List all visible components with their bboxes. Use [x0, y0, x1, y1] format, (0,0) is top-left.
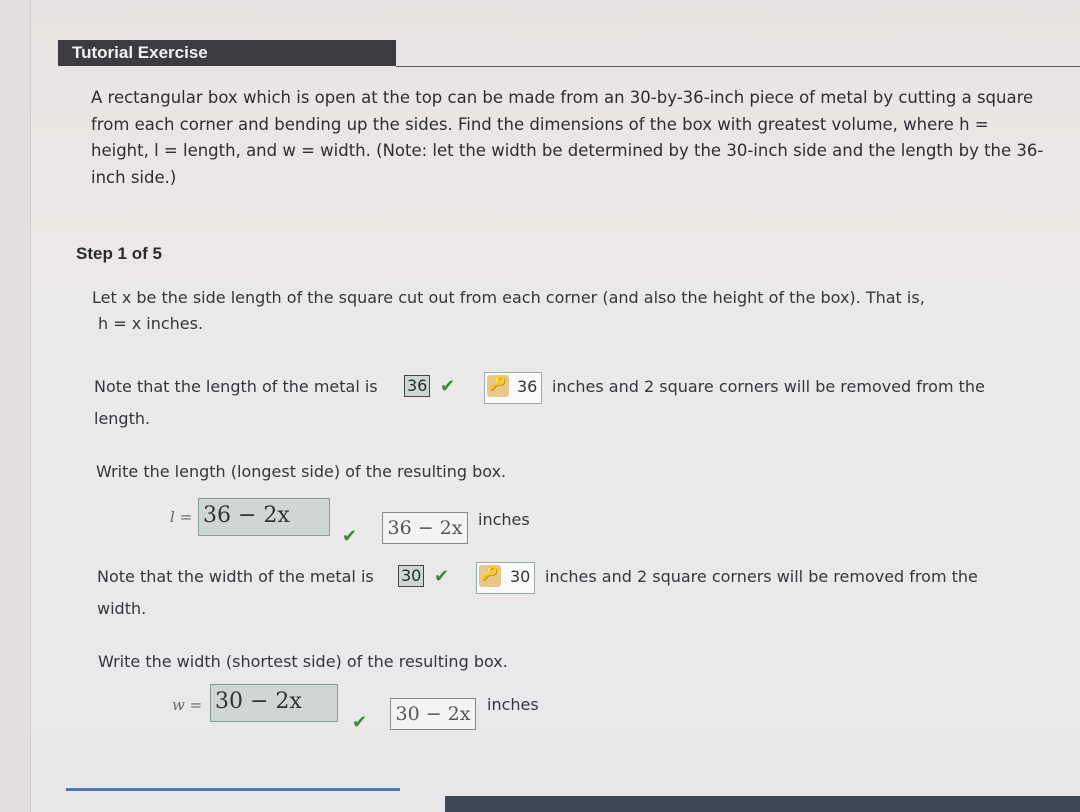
title-divider — [396, 66, 1080, 67]
checkmark-icon: ✔ — [440, 376, 456, 397]
width-prompt: Write the width (shortest side) of the r… — [98, 652, 508, 671]
width-answer-value: 30 — [510, 567, 531, 586]
length-answer-expression: 36 − 2x — [382, 512, 468, 544]
width-answer-expression: 30 − 2x — [390, 698, 476, 730]
width-note-prefix: Note that the width of the metal is — [97, 567, 374, 586]
checkmark-icon: ✔ — [342, 526, 358, 547]
length-label: l = — [170, 508, 193, 526]
length-note-prefix: Note that the length of the metal is — [94, 377, 378, 396]
taskbar — [445, 796, 1080, 812]
checkmark-icon: ✔ — [434, 566, 450, 587]
length-answer-box[interactable]: 36 — [484, 372, 542, 404]
length-note-cont: length. — [94, 409, 151, 428]
key-icon — [487, 375, 509, 397]
width-note-suffix: inches and 2 square corners will be remo… — [545, 567, 978, 586]
step-label: Step 1 of 5 — [76, 244, 162, 263]
width-input[interactable]: 30 − 2x — [210, 684, 338, 722]
step-intro-line1: Let x be the side length of the square c… — [92, 288, 925, 307]
width-note-cont: width. — [97, 599, 147, 618]
length-answer-value: 36 — [517, 377, 538, 396]
length-note-suffix: inches and 2 square corners will be remo… — [552, 377, 985, 396]
step-intro-line2: h = x inches. — [98, 314, 204, 333]
width-answer-box[interactable]: 30 — [476, 562, 535, 594]
width-label: w = — [172, 696, 203, 714]
checkmark-icon: ✔ — [352, 712, 368, 733]
length-unit: inches — [478, 510, 530, 529]
tutorial-title: Tutorial Exercise — [58, 40, 396, 66]
progress-line — [66, 788, 400, 791]
width-entered-field[interactable]: 30 — [398, 565, 425, 587]
page-margin — [0, 0, 31, 812]
width-unit: inches — [487, 695, 539, 714]
problem-statement: A rectangular box which is open at the t… — [91, 88, 1044, 187]
key-icon — [479, 565, 501, 587]
length-input[interactable]: 36 − 2x — [198, 498, 330, 536]
length-prompt: Write the length (longest side) of the r… — [96, 462, 507, 481]
length-entered-field[interactable]: 36 — [404, 375, 431, 397]
